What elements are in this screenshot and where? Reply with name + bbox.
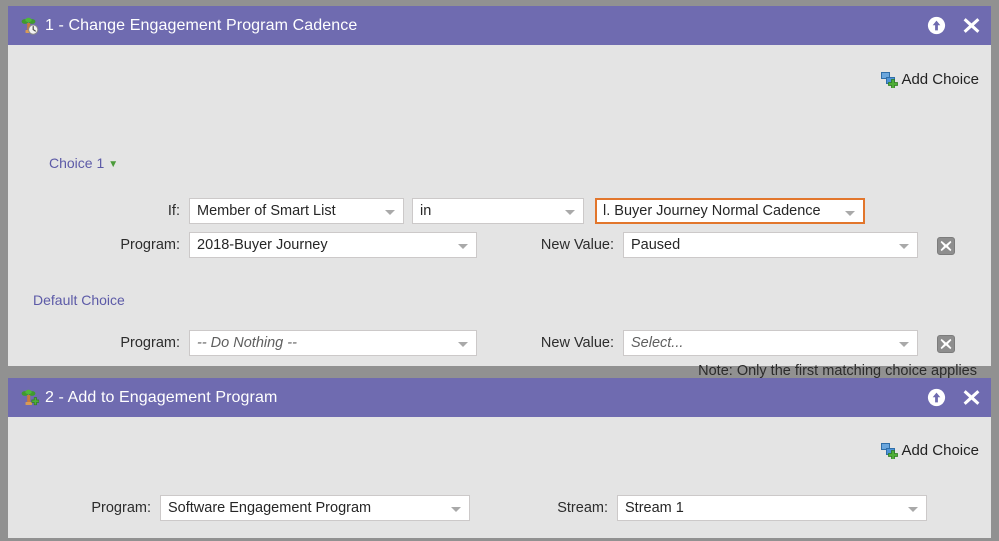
default-choice-program-value: -- Do Nothing -- xyxy=(197,335,297,351)
panel-2-program-select[interactable]: Software Engagement Program xyxy=(160,495,470,521)
choice-1-new-value-label: New Value: xyxy=(540,237,614,253)
add-choice-button-1[interactable]: Add Choice xyxy=(881,71,979,89)
default-choice-text: Default Choice xyxy=(33,292,125,308)
panel-2-stream-label: Stream: xyxy=(557,500,608,516)
if-attribute-select[interactable]: Member of Smart List xyxy=(189,198,404,224)
delete-row-icon-choice-1[interactable] xyxy=(937,237,955,255)
panel-2-title: 2 - Add to Engagement Program xyxy=(45,388,278,406)
default-choice-program-label: Program: xyxy=(120,335,180,351)
choice-1-text: Choice 1 xyxy=(49,155,105,171)
close-icon[interactable] xyxy=(962,16,981,35)
info-circle-icon[interactable] xyxy=(927,388,946,407)
default-choice-new-value-text: Select... xyxy=(631,335,684,351)
panel-2-header: 2 - Add to Engagement Program xyxy=(8,378,991,417)
choice-1-program-label: Program: xyxy=(120,237,180,253)
panel-2-stream-select[interactable]: Stream 1 xyxy=(617,495,927,521)
panel-2-stream-row: Stream: Stream 1 xyxy=(546,495,927,521)
choice-1-program-row: Program: 2018-Buyer Journey xyxy=(107,232,477,258)
default-choice-program-select[interactable]: -- Do Nothing -- xyxy=(189,330,477,356)
default-choice-new-value-label: New Value: xyxy=(540,335,614,351)
if-operator-value: in xyxy=(420,203,432,219)
if-attribute-value: Member of Smart List xyxy=(197,203,336,219)
delete-row-icon-default-choice[interactable] xyxy=(937,335,955,353)
panel-2-stream-value: Stream 1 xyxy=(625,500,684,516)
engagement-program-cadence-icon xyxy=(19,16,39,36)
default-choice-new-value-row: New Value: Select... xyxy=(534,330,918,356)
panel-2-program-row: Program: Software Engagement Program xyxy=(78,495,470,521)
add-engagement-program-icon xyxy=(19,388,40,408)
add-choice-label-1: Add Choice xyxy=(901,71,979,88)
info-circle-icon[interactable] xyxy=(927,16,946,35)
add-choice-label-2: Add Choice xyxy=(901,442,979,459)
if-value-select[interactable]: l. Buyer Journey Normal Cadence xyxy=(595,198,865,224)
chevron-down-icon[interactable]: ▼ xyxy=(108,159,118,170)
default-choice-program-row: Program: -- Do Nothing -- xyxy=(107,330,477,356)
panel-2-program-value: Software Engagement Program xyxy=(168,500,372,516)
if-label: If: xyxy=(167,203,180,219)
close-icon[interactable] xyxy=(962,388,981,407)
choice-1-program-select[interactable]: 2018-Buyer Journey xyxy=(189,232,477,258)
choice-1-program-value: 2018-Buyer Journey xyxy=(197,237,328,253)
choice-1-new-value-text: Paused xyxy=(631,237,681,253)
if-value-text: l. Buyer Journey Normal Cadence xyxy=(603,203,821,219)
flow-step-editor: 1 - Change Engagement Program Cadence Ad… xyxy=(0,0,999,541)
panel-2-program-label: Program: xyxy=(91,500,151,516)
flow-step-panel-2: 2 - Add to Engagement Program Add Choice… xyxy=(8,378,991,538)
add-choice-button-2[interactable]: Add Choice xyxy=(881,442,979,460)
choice-1-label[interactable]: Choice 1 ▼ xyxy=(49,155,118,171)
add-choice-icon xyxy=(881,71,899,89)
panel-1-header-actions xyxy=(927,16,981,35)
add-choice-icon xyxy=(881,442,899,460)
default-choice-label: Default Choice xyxy=(33,292,125,308)
choice-1-new-value-select[interactable]: Paused xyxy=(623,232,918,258)
panel-1-header: 1 - Change Engagement Program Cadence xyxy=(8,6,991,45)
default-choice-new-value-select[interactable]: Select... xyxy=(623,330,918,356)
flow-step-panel-1: 1 - Change Engagement Program Cadence Ad… xyxy=(8,6,991,379)
panel-1-title: 1 - Change Engagement Program Cadence xyxy=(45,16,358,34)
choice-1-new-value-row: New Value: Paused xyxy=(534,232,918,258)
matching-choice-note: Note: Only the first matching choice app… xyxy=(698,363,977,379)
if-row: If: Member of Smart List in l. Buyer Jou… xyxy=(158,198,865,224)
panel-2-header-actions xyxy=(927,388,981,407)
if-operator-select[interactable]: in xyxy=(412,198,584,224)
